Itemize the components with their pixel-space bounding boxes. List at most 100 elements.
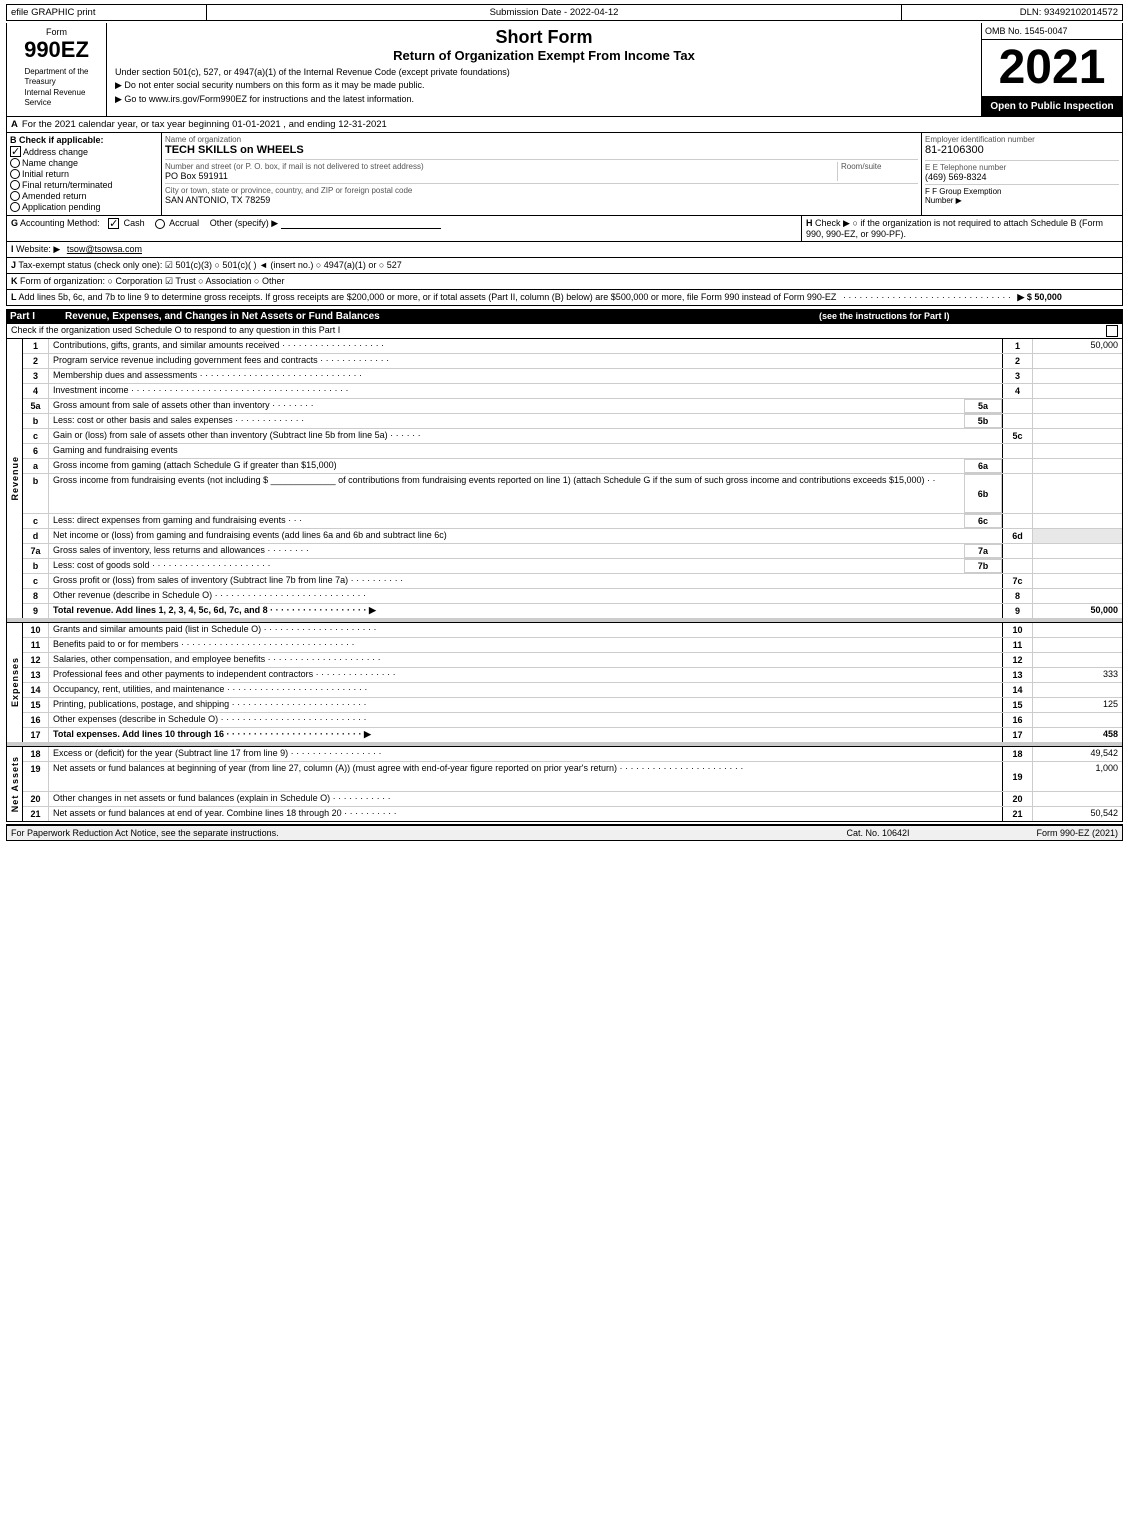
row-6b-desc: Gross income from fundraising events (no… xyxy=(49,474,964,513)
row-12-lineref: 12 xyxy=(1002,653,1032,667)
row-2-value xyxy=(1032,354,1122,368)
footer-right: Form 990-EZ (2021) xyxy=(958,828,1118,838)
accrual-radio[interactable] xyxy=(155,219,165,229)
row-6b-value xyxy=(1032,474,1122,513)
group-exemption-label: F F Group Exemption Number ▶ xyxy=(925,187,1119,205)
name-change-label: Name change xyxy=(22,158,78,168)
form-label: Form xyxy=(46,27,67,37)
app-pending-label: Application pending xyxy=(22,202,101,212)
row-21-lineref: 21 xyxy=(1002,807,1032,821)
row-11-value xyxy=(1032,638,1122,652)
initial-return-label: Initial return xyxy=(22,169,69,179)
k-label: K xyxy=(11,276,18,286)
footer: For Paperwork Reduction Act Notice, see … xyxy=(6,824,1123,841)
city-label: City or town, state or province, country… xyxy=(165,186,918,195)
row-7a-lineref xyxy=(1002,544,1032,558)
city-value: SAN ANTONIO, TX 78259 xyxy=(165,195,918,205)
instruction2: ▶ Go to www.irs.gov/Form990EZ for instru… xyxy=(115,94,973,105)
revenue-side-label: Revenue xyxy=(7,339,23,618)
row-5b-lineref xyxy=(1002,414,1032,428)
row-13-num: 13 xyxy=(23,668,49,682)
net-assets-section: Net Assets 18 Excess or (deficit) for th… xyxy=(6,747,1123,822)
row-6d-value xyxy=(1032,529,1122,543)
phone-section: E E Telephone number (469) 569-8324 xyxy=(925,160,1119,182)
row-7b-desc: Less: cost of goods sold · · · · · · · ·… xyxy=(49,559,964,573)
section-k-row: K Form of organization: ○ Corporation ☑ … xyxy=(6,274,1123,290)
section-b-col: B Check if applicable: Address change Na… xyxy=(7,133,162,215)
expenses-rows: 10 Grants and similar amounts paid (list… xyxy=(23,623,1122,742)
section-l-row: L Add lines 5b, 6c, and 7b to line 9 to … xyxy=(6,290,1123,306)
revenue-rows: 1 Contributions, gifts, grants, and simi… xyxy=(23,339,1122,618)
footer-cat: Cat. No. 10642I xyxy=(798,828,958,838)
omb-box: OMB No. 1545-0047 xyxy=(982,23,1122,40)
row-3-num: 3 xyxy=(23,369,49,383)
row-1-desc: Contributions, gifts, grants, and simila… xyxy=(49,339,1002,353)
row-5c-num: c xyxy=(23,429,49,443)
row-4-num: 4 xyxy=(23,384,49,398)
title-section: Short Form Return of Organization Exempt… xyxy=(107,23,982,116)
address-change-checkbox[interactable] xyxy=(10,146,21,157)
row-19-num: 19 xyxy=(23,762,49,791)
j-label: J xyxy=(11,260,16,270)
app-pending-radio[interactable] xyxy=(10,202,20,212)
row-6-desc: Gaming and fundraising events xyxy=(49,444,1002,458)
row-5c-value xyxy=(1032,429,1122,443)
row-2-lineref: 2 xyxy=(1002,354,1032,368)
row-9-num: 9 xyxy=(23,604,49,618)
section-a-text: For the 2021 calendar year, or tax year … xyxy=(22,119,387,130)
l-value: ▶ $ 50,000 xyxy=(1017,292,1061,302)
row-3: 3 Membership dues and assessments · · · … xyxy=(23,369,1122,384)
part1-checkbox[interactable] xyxy=(1106,325,1118,337)
row-7b: b Less: cost of goods sold · · · · · · ·… xyxy=(23,559,1122,574)
row-7c: c Gross profit or (loss) from sales of i… xyxy=(23,574,1122,589)
efile-text: efile GRAPHIC print xyxy=(11,7,95,18)
address-change-item: Address change xyxy=(10,146,158,157)
row-18-lineref: 18 xyxy=(1002,747,1032,761)
final-return-item: Final return/terminated xyxy=(10,180,158,190)
row-6a: a Gross income from gaming (attach Sched… xyxy=(23,459,1122,474)
row-6: 6 Gaming and fundraising events xyxy=(23,444,1122,459)
website-url[interactable]: tsow@tsowsa.com xyxy=(67,244,142,254)
row-6b-sub: 6b xyxy=(964,474,1002,513)
ein-value: 81-2106300 xyxy=(925,144,1119,156)
row-18-value: 49,542 xyxy=(1032,747,1122,761)
k-text: Form of organization: ○ Corporation ☑ Tr… xyxy=(20,276,285,286)
open-inspection: Open to Public Inspection xyxy=(982,97,1122,116)
part1-header: Part I Revenue, Expenses, and Changes in… xyxy=(6,309,1123,324)
name-change-radio[interactable] xyxy=(10,158,20,168)
row-6d-lineref: 6d xyxy=(1002,529,1032,543)
row-2: 2 Program service revenue including gove… xyxy=(23,354,1122,369)
row-6b: b Gross income from fundraising events (… xyxy=(23,474,1122,514)
row-6b-num: b xyxy=(23,474,49,513)
row-5b-sub: 5b xyxy=(964,414,1002,428)
row-9-value: 50,000 xyxy=(1032,604,1122,618)
row-7a-value xyxy=(1032,544,1122,558)
row-7c-num: c xyxy=(23,574,49,588)
main-title: Return of Organization Exempt From Incom… xyxy=(115,48,973,63)
part1-label: Part I xyxy=(10,311,65,322)
app-pending-item: Application pending xyxy=(10,202,158,212)
cash-label: Cash xyxy=(124,218,145,228)
section-j-row: J Tax-exempt status (check only one): ☑ … xyxy=(6,258,1123,274)
accrual-label: Accrual xyxy=(169,218,199,228)
dln-text: DLN: 93492102014572 xyxy=(1020,7,1118,18)
section-a: A For the 2021 calendar year, or tax yea… xyxy=(6,117,1123,133)
final-return-radio[interactable] xyxy=(10,180,20,190)
amended-return-radio[interactable] xyxy=(10,191,20,201)
row-6-num: 6 xyxy=(23,444,49,458)
row-9: 9 Total revenue. Add lines 1, 2, 3, 4, 5… xyxy=(23,604,1122,618)
row-20-num: 20 xyxy=(23,792,49,806)
row-17-num: 17 xyxy=(23,728,49,742)
cash-checkbox[interactable] xyxy=(108,218,119,229)
expenses-section: Expenses 10 Grants and similar amounts p… xyxy=(6,623,1123,742)
row-4-desc: Investment income · · · · · · · · · · · … xyxy=(49,384,1002,398)
row-17: 17 Total expenses. Add lines 10 through … xyxy=(23,728,1122,742)
short-form-title: Short Form xyxy=(115,27,973,48)
row-6b-lineref xyxy=(1002,474,1032,513)
row-17-lineref: 17 xyxy=(1002,728,1032,742)
row-16-num: 16 xyxy=(23,713,49,727)
row-6d: d Net income or (loss) from gaming and f… xyxy=(23,529,1122,544)
initial-return-radio[interactable] xyxy=(10,169,20,179)
g-label: G xyxy=(11,218,18,228)
row-20-lineref: 20 xyxy=(1002,792,1032,806)
